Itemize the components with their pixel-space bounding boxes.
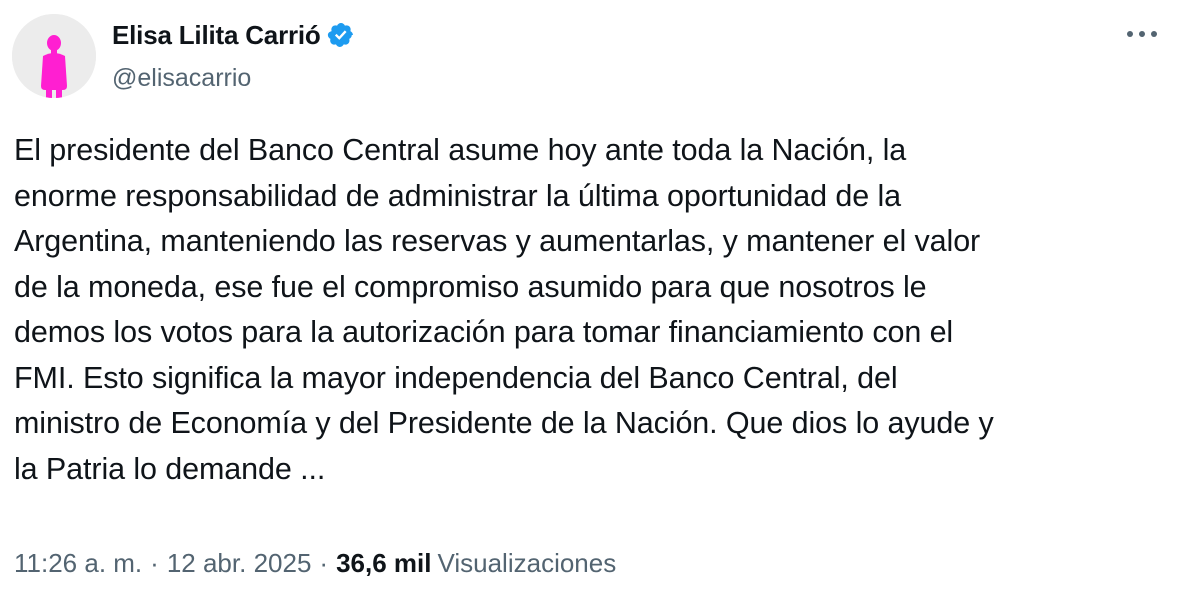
author-block: Elisa Lilita Carrió @elisacarrio xyxy=(112,18,355,93)
user-handle[interactable]: @elisacarrio xyxy=(112,64,355,93)
tweet-time[interactable]: 11:26 a. m. xyxy=(14,548,142,579)
tweet-meta: 11:26 a. m. · 12 abr. 2025 · 36,6 mil Vi… xyxy=(14,548,616,579)
meta-separator: · xyxy=(150,548,159,578)
views-count[interactable]: 36,6 mil xyxy=(336,548,431,579)
display-name-row: Elisa Lilita Carrió xyxy=(112,18,355,52)
pink-figure-avatar-icon xyxy=(12,14,96,98)
tweet-card: Elisa Lilita Carrió @elisacarrio El pres… xyxy=(0,0,1200,600)
avatar[interactable] xyxy=(12,14,96,98)
verified-badge-icon[interactable] xyxy=(327,21,355,49)
tweet-text: El presidente del Banco Central asume ho… xyxy=(14,133,994,486)
more-options-icon[interactable] xyxy=(1120,20,1164,48)
display-name[interactable]: Elisa Lilita Carrió xyxy=(112,20,321,51)
views-label[interactable]: Visualizaciones xyxy=(437,548,616,579)
meta-separator: · xyxy=(319,548,329,578)
tweet-date[interactable]: 12 abr. 2025 xyxy=(167,548,312,579)
